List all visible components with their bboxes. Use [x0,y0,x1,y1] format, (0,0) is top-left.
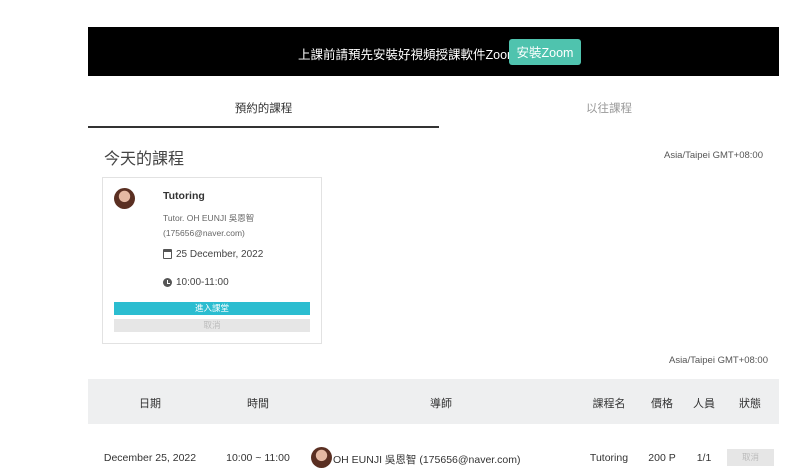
row-cancel-button[interactable]: 取消 [727,449,774,466]
table-header: 日期 時間 導師 課程名 價格 人員 狀態 [88,379,779,424]
header-course: 課程名 [592,398,626,410]
class-time-text: 10:00-11:00 [176,277,229,288]
today-classes-title: 今天的課程 [104,151,185,168]
header-status: 狀態 [739,398,761,410]
class-card: Tutoring Tutor. OH EUNJI 吳恩智 (175656@nav… [102,177,322,344]
class-course-name: Tutoring [163,190,205,202]
header-time: 時間 [247,398,269,410]
class-tutor-info: Tutor. OH EUNJI 吳恩智 (175656@naver.com) [163,211,313,241]
class-time: 10:00-11:00 [163,277,229,288]
class-date-text: 25 December, 2022 [176,249,264,260]
enter-classroom-button[interactable]: 進入課堂 [114,302,310,315]
table-timezone-label: Asia/Taipei GMT+08:00 [668,355,768,366]
tutor-email: (175656@naver.com) [163,228,245,238]
row-date: December 25, 2022 [103,452,197,464]
row-time: 10:00 ~ 11:00 [226,452,290,464]
row-tutor: OH EUNJI 吳恩智 (175656@naver.com) [333,454,521,466]
clock-icon [163,277,172,287]
calendar-icon [163,249,172,260]
row-price: 200 P [648,452,676,464]
tab-past-classes[interactable]: 以往課程 [439,96,779,126]
zoom-notice-banner: 上課前請預先安裝好視頻授課軟件Zoom。 安裝Zoom [88,27,779,76]
class-date: 25 December, 2022 [163,249,263,260]
tutor-name: Tutor. OH EUNJI 吳恩智 [163,213,255,223]
tab-upcoming-classes[interactable]: 預約的課程 [88,96,439,128]
header-people: 人員 [693,398,715,410]
timezone-label: Asia/Taipei GMT+08:00 [663,150,763,161]
header-tutor: 導師 [430,398,452,410]
row-tutor-avatar [311,447,332,468]
table-row: December 25, 2022 10:00 ~ 11:00 OH EUNJI… [88,424,779,470]
header-price: 價格 [651,398,673,410]
row-people: 1/1 [696,452,712,464]
cancel-class-button[interactable]: 取消 [114,319,310,332]
tutor-avatar [114,188,135,209]
header-date: 日期 [139,398,161,410]
zoom-notice-text: 上課前請預先安裝好視頻授課軟件Zoom。 [298,48,530,62]
install-zoom-button[interactable]: 安裝Zoom [509,39,581,65]
row-course: Tutoring [589,452,629,464]
